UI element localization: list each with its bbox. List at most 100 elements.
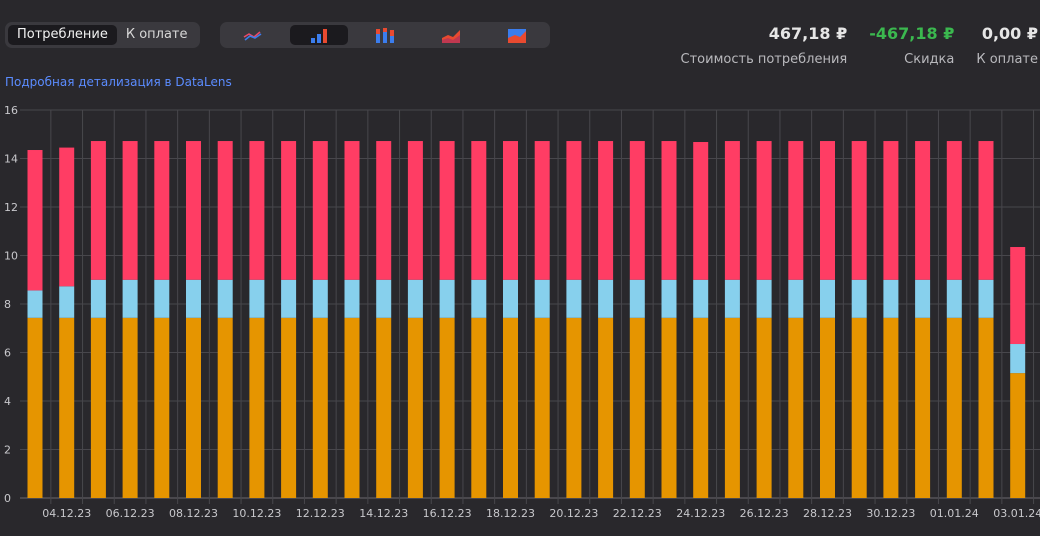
bar-segment	[851, 317, 867, 498]
bar-segment	[1010, 344, 1026, 374]
bar-segment	[629, 141, 645, 280]
bar-segment	[946, 317, 962, 498]
bar-segment	[186, 141, 201, 280]
bar-segment	[344, 317, 360, 498]
bar-segment	[217, 317, 233, 498]
bar-segment	[978, 279, 994, 318]
bar-segment	[503, 141, 518, 280]
bar-segment	[281, 279, 297, 318]
bar-segment	[598, 317, 614, 498]
bar-segment	[629, 317, 645, 498]
x-tick-label: 20.12.23	[549, 507, 598, 520]
bar-segment	[756, 317, 772, 498]
bar-segment	[756, 279, 772, 318]
bar-segment	[122, 279, 138, 318]
bar-segment	[946, 141, 962, 280]
bar-segment	[154, 279, 170, 318]
bar-segment	[1010, 247, 1026, 345]
bar-segment	[376, 317, 392, 498]
bar-segment	[249, 317, 265, 498]
bar-segment	[281, 141, 297, 280]
y-tick-label: 8	[4, 298, 11, 311]
x-tick-label: 28.12.23	[803, 507, 852, 520]
bar-segment	[376, 141, 392, 280]
bar-segment	[27, 317, 43, 498]
bar-segment	[788, 141, 804, 280]
bar-segment	[788, 317, 804, 498]
bar-segment	[344, 141, 360, 280]
bar-segment	[534, 317, 550, 498]
y-tick-label: 6	[4, 347, 11, 360]
bar-segment	[693, 317, 709, 498]
bar-segment	[249, 141, 265, 280]
bar-segment	[59, 286, 75, 318]
bar-segment	[820, 141, 835, 280]
bar-segment	[281, 317, 297, 498]
x-tick-label: 03.01.24	[993, 507, 1040, 520]
x-tick-label: 18.12.23	[486, 507, 535, 520]
bar-segment	[851, 141, 867, 280]
bar-segment	[598, 279, 614, 318]
bar-segment	[883, 317, 899, 498]
bar-segment	[90, 279, 106, 318]
y-tick-label: 12	[4, 201, 18, 214]
bar-segment	[90, 141, 106, 280]
bar-segment	[471, 279, 487, 318]
bar-segment	[471, 317, 487, 498]
bar-segment	[503, 279, 518, 318]
bar-segment	[820, 317, 835, 498]
y-tick-label: 10	[4, 250, 18, 263]
bar-segment	[693, 142, 709, 280]
bar-segment	[27, 290, 43, 318]
bar-segment	[154, 141, 170, 280]
bar-segment	[661, 279, 677, 318]
x-tick-label: 14.12.23	[359, 507, 408, 520]
bar-segment	[883, 279, 899, 318]
bar-segment	[915, 279, 931, 318]
bar-segment	[27, 150, 43, 291]
bar-segment	[312, 279, 328, 318]
bar-segment	[851, 279, 867, 318]
bar-segment	[883, 141, 899, 280]
bar-segment	[217, 141, 233, 280]
bar-segment	[566, 279, 582, 318]
bar-segment	[566, 141, 582, 280]
bar-segment	[724, 279, 740, 318]
bar-segment	[439, 141, 455, 280]
x-tick-label: 10.12.23	[232, 507, 281, 520]
bar-segment	[59, 317, 75, 498]
bar-segment	[312, 141, 328, 280]
bar-segment	[471, 141, 487, 280]
bar-segment	[407, 141, 423, 280]
y-tick-label: 2	[4, 444, 11, 457]
bar-segment	[503, 317, 518, 498]
bar-segment	[344, 279, 360, 318]
bar-segment	[661, 141, 677, 280]
y-tick-label: 14	[4, 153, 18, 166]
consumption-bar-chart: 0 2 4 6 8 10 12 14 16 04.12.23 06.12.23 08.12.23 10.…	[4, 104, 1040, 520]
bar-segment	[312, 317, 328, 498]
x-tick-label: 01.01.24	[930, 507, 979, 520]
x-tick-label: 12.12.23	[296, 507, 345, 520]
x-tick-label: 06.12.23	[106, 507, 155, 520]
x-tick-label: 08.12.23	[169, 507, 218, 520]
bar-segment	[1010, 373, 1026, 498]
bar-segment	[186, 279, 201, 318]
bar-segment	[566, 317, 582, 498]
x-tick-label: 24.12.23	[676, 507, 725, 520]
bar-segment	[820, 279, 835, 318]
bar-segment	[915, 317, 931, 498]
bar-segment	[376, 279, 392, 318]
x-tick-label: 30.12.23	[866, 507, 915, 520]
bar-segment	[788, 279, 804, 318]
bar-segment	[59, 147, 75, 287]
bar-segment	[154, 317, 170, 498]
bar-segment	[407, 279, 423, 318]
bar-segment	[629, 279, 645, 318]
bar-segment	[978, 317, 994, 498]
bar-segment	[756, 141, 772, 280]
bar-segment	[90, 317, 106, 498]
y-tick-label: 0	[4, 492, 11, 505]
x-tick-label: 22.12.23	[613, 507, 662, 520]
bar-segment	[186, 317, 201, 498]
